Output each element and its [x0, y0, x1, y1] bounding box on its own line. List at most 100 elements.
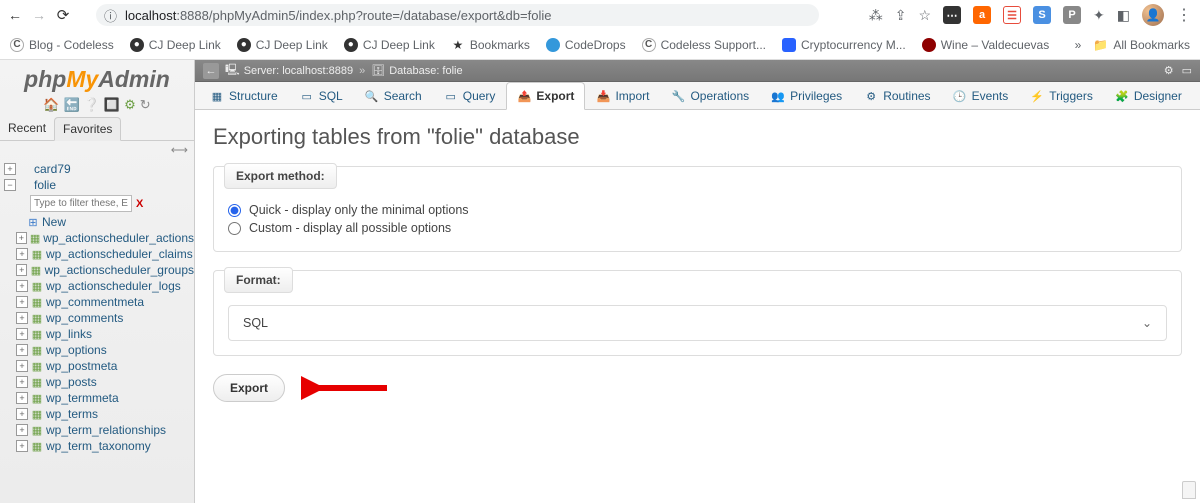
url-bar[interactable]: ⓘ localhost:8888/phpMyAdmin5/index.php?r… — [96, 4, 819, 26]
all-bookmarks[interactable]: 📁All Bookmarks — [1093, 38, 1190, 52]
crumb-database[interactable]: 🗄Database: folie — [371, 64, 462, 77]
bookmark-item[interactable]: CodeDrops — [546, 38, 626, 52]
bookmark-star-icon[interactable]: ☆ — [918, 7, 931, 24]
tree-table[interactable]: +▦wp_postmeta — [4, 358, 194, 374]
tab-search[interactable]: 🔍Search — [354, 82, 433, 109]
bookmark-item[interactable]: CBlog - Codeless — [10, 38, 114, 52]
topbar-back-icon[interactable]: ← — [203, 63, 219, 79]
topbar-settings-icon[interactable]: ⚙ — [1164, 64, 1174, 77]
tree-table[interactable]: +▦wp_termmeta — [4, 390, 194, 406]
ext-icon-2[interactable]: a — [973, 6, 991, 24]
tab-query[interactable]: ▭Query — [433, 82, 507, 109]
expand-icon[interactable]: + — [16, 280, 28, 292]
reload-tree-icon[interactable]: ↻ — [140, 97, 151, 113]
table-icon: ▦ — [30, 248, 44, 261]
tree-table[interactable]: +▦wp_actionscheduler_groups — [4, 262, 194, 278]
bookmark-item[interactable]: ●CJ Deep Link — [237, 38, 328, 52]
ext-icon-1[interactable]: ⋯ — [943, 6, 961, 24]
tree-table[interactable]: +▦wp_links — [4, 326, 194, 342]
bookmarks-overflow[interactable]: » — [1075, 38, 1082, 52]
radio-custom[interactable]: Custom - display all possible options — [228, 219, 1167, 237]
collapse-handle-icon[interactable]: ⟷ — [0, 141, 194, 159]
tree-table[interactable]: +▦wp_comments — [4, 310, 194, 326]
collapse-icon[interactable]: − — [4, 179, 16, 191]
console-tab[interactable] — [1182, 481, 1196, 499]
tab-events[interactable]: 🕒Events — [942, 82, 1020, 109]
share-icon[interactable]: ⇪ — [895, 7, 907, 24]
tab-operations[interactable]: 🔧Operations — [660, 82, 760, 109]
sql-icon[interactable]: 🔲 — [104, 97, 120, 113]
tree-filter-input[interactable] — [30, 195, 132, 212]
tab-triggers[interactable]: ⚡Triggers — [1019, 82, 1104, 109]
expand-icon[interactable]: + — [16, 312, 28, 324]
home-icon[interactable]: 🏠 — [43, 97, 59, 113]
expand-icon[interactable]: + — [16, 424, 28, 436]
profile-avatar[interactable]: 👤 — [1142, 4, 1164, 26]
table-icon: ▦ — [30, 280, 44, 293]
expand-icon[interactable]: + — [16, 392, 28, 404]
tab-structure[interactable]: ▦Structure — [199, 82, 289, 109]
bookmark-item[interactable]: CCodeless Support... — [642, 38, 766, 52]
expand-icon[interactable]: + — [16, 328, 28, 340]
radio-quick-input[interactable] — [228, 204, 241, 217]
expand-icon[interactable]: + — [16, 344, 28, 356]
topbar-help-icon[interactable]: ▭ — [1182, 64, 1192, 77]
bookmark-item[interactable]: ●CJ Deep Link — [344, 38, 435, 52]
docs-icon[interactable]: ❔ — [84, 97, 100, 113]
tree-db-folie[interactable]: −folie — [4, 177, 194, 193]
tree-table[interactable]: +▦wp_terms — [4, 406, 194, 422]
tree-table[interactable]: +▦wp_posts — [4, 374, 194, 390]
tab-routines[interactable]: ⚙Routines — [853, 82, 941, 109]
tree-db-card79[interactable]: +card79 — [4, 161, 194, 177]
tree-table[interactable]: +▦wp_options — [4, 342, 194, 358]
expand-icon[interactable]: + — [16, 248, 28, 260]
radio-custom-input[interactable] — [228, 222, 241, 235]
ext-icon-4[interactable]: S — [1033, 6, 1051, 24]
translate-icon[interactable]: ⁂ — [869, 7, 883, 24]
ext-icon-3[interactable]: ☰ — [1003, 6, 1021, 24]
bookmark-item[interactable]: Cryptocurrency M... — [782, 38, 906, 52]
radio-quick[interactable]: Quick - display only the minimal options — [228, 201, 1167, 219]
tree-new[interactable]: ⊞New — [4, 214, 194, 230]
settings-icon[interactable]: ⚙ — [124, 97, 136, 113]
tree-table[interactable]: +▦wp_term_relationships — [4, 422, 194, 438]
expand-icon[interactable]: + — [16, 376, 28, 388]
ext-icon-5[interactable]: P — [1063, 6, 1081, 24]
bookmark-item[interactable]: ★Bookmarks — [451, 38, 530, 52]
expand-icon[interactable]: + — [16, 264, 27, 276]
tree-table[interactable]: +▦wp_actionscheduler_claims — [4, 246, 194, 262]
expand-icon[interactable]: + — [16, 408, 28, 420]
phpmyadmin-logo[interactable]: phpMyAdmin — [0, 60, 194, 95]
tab-designer[interactable]: 🧩Designer — [1104, 82, 1193, 109]
tab-recent[interactable]: Recent — [0, 117, 54, 140]
bookmark-item[interactable]: ●CJ Deep Link — [130, 38, 221, 52]
expand-icon[interactable]: + — [16, 296, 28, 308]
side-panel-icon[interactable]: ◧ — [1117, 7, 1130, 24]
tab-favorites[interactable]: Favorites — [54, 117, 121, 141]
crumb-server[interactable]: 🖳Server: localhost:8889 — [225, 61, 353, 80]
export-button[interactable]: Export — [213, 374, 285, 402]
tree-table[interactable]: +▦wp_actionscheduler_logs — [4, 278, 194, 294]
tab-export[interactable]: 📤Export — [506, 82, 585, 110]
tab-privileges[interactable]: 👥Privileges — [760, 82, 853, 109]
tab-import[interactable]: 📥Import — [585, 82, 660, 109]
tree-table[interactable]: +▦wp_commentmeta — [4, 294, 194, 310]
format-select[interactable]: SQL ⌄ — [228, 305, 1167, 341]
clear-filter-icon[interactable]: X — [136, 198, 143, 210]
expand-icon[interactable]: + — [16, 360, 28, 372]
expand-icon[interactable]: + — [16, 232, 27, 244]
tab-sql[interactable]: ▭SQL — [289, 82, 354, 109]
back-icon[interactable]: ← — [8, 8, 22, 22]
sidebar-tabs: Recent Favorites — [0, 117, 194, 141]
logout-icon[interactable]: 🔚 — [64, 97, 80, 113]
extensions-icon[interactable]: ✦ — [1093, 7, 1105, 24]
bookmark-item[interactable]: Wine – Valdecuevas — [922, 38, 1050, 52]
expand-icon[interactable]: + — [16, 440, 28, 452]
expand-icon[interactable]: + — [4, 163, 16, 175]
site-info-icon[interactable]: ⓘ — [104, 6, 117, 25]
reload-icon[interactable]: ⟳ — [56, 8, 70, 22]
forward-icon[interactable]: → — [32, 8, 46, 22]
tree-table[interactable]: +▦wp_actionscheduler_actions — [4, 230, 194, 246]
kebab-menu-icon[interactable]: ⋮ — [1176, 5, 1192, 25]
tree-table[interactable]: +▦wp_term_taxonomy — [4, 438, 194, 454]
